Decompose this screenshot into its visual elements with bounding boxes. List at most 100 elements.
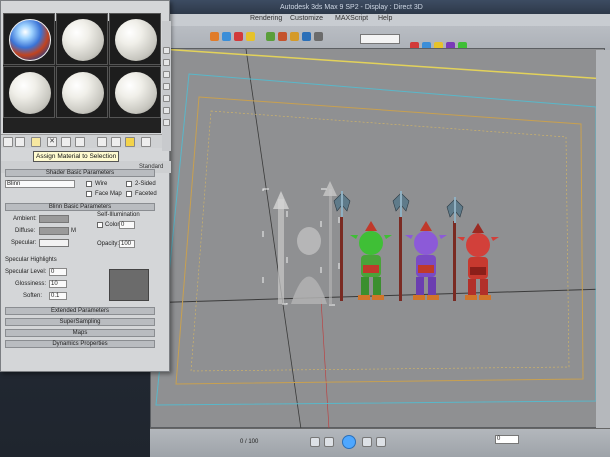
go-to-parent-icon[interactable] [141, 137, 151, 147]
options-icon[interactable] [163, 119, 170, 126]
grid-home-line-z [245, 49, 302, 429]
sample-slot-5[interactable] [56, 66, 108, 118]
goblin-green-with-trident[interactable] [333, 191, 392, 301]
select-rotate-icon[interactable] [234, 32, 243, 41]
ambient-color-swatch[interactable] [39, 215, 69, 223]
menu-help[interactable]: Help [378, 15, 392, 22]
faceted-checkbox[interactable] [126, 191, 132, 197]
sample-type-icon[interactable] [163, 47, 170, 54]
assign-material-icon[interactable] [31, 137, 41, 147]
sample-slot-3[interactable] [109, 13, 161, 65]
face-map-label: Face Map [95, 191, 122, 197]
extended-parameters-rollout[interactable]: Extended Parameters [5, 307, 155, 315]
material-toolbar: ✕ [1, 134, 162, 148]
grid-axis-y [320, 298, 330, 429]
time-slider-counter[interactable]: 0 / 100 [240, 439, 258, 445]
mirror-icon[interactable] [302, 32, 311, 41]
specular-color-swatch[interactable] [39, 239, 69, 247]
menu-bar: Rendering Customize MAXScript Help [150, 14, 610, 26]
percent-snap-icon[interactable] [290, 32, 299, 41]
material-sphere [62, 19, 104, 61]
face-map-checkbox[interactable] [86, 191, 92, 197]
self-illumination-label: Self-Illumination [97, 212, 140, 218]
specular-highlights-label: Specular Highlights [5, 257, 57, 263]
shader-rollout-header[interactable]: Shader Basic Parameters [5, 169, 155, 177]
snap-toggle-icon[interactable] [266, 32, 275, 41]
material-sphere [62, 72, 104, 114]
material-side-toolbar [162, 21, 171, 151]
align-icon[interactable] [314, 32, 323, 41]
show-end-result-icon[interactable] [125, 137, 135, 147]
make-preview-icon[interactable] [163, 107, 170, 114]
background-icon[interactable] [163, 71, 170, 78]
sample-slots [3, 13, 161, 133]
go-to-end-icon[interactable] [376, 437, 386, 447]
self-illum-color-checkbox[interactable] [97, 222, 103, 228]
menu-customize[interactable]: Customize [290, 15, 323, 22]
supersampling-rollout[interactable]: SuperSampling [5, 318, 155, 326]
two-sided-checkbox[interactable] [126, 181, 132, 187]
previous-frame-icon[interactable] [324, 437, 334, 447]
viewport-scene [151, 49, 606, 429]
active-viewport-border [160, 49, 606, 80]
video-color-check-icon[interactable] [163, 95, 170, 102]
app-title: Autodesk 3ds Max 9 SP2 - Display : Direc… [280, 4, 423, 11]
diffuse-map-button[interactable]: M [71, 228, 76, 234]
show-map-in-viewport-icon[interactable] [111, 137, 121, 147]
put-to-library-icon[interactable] [75, 137, 85, 147]
diffuse-color-swatch[interactable] [39, 227, 69, 235]
material-id-icon[interactable] [97, 137, 107, 147]
goblin-purple-with-trident[interactable] [392, 191, 447, 301]
ambient-label: Ambient: [13, 216, 37, 222]
maps-rollout[interactable]: Maps [5, 329, 155, 337]
make-unique-icon[interactable] [61, 137, 71, 147]
active-material-sphere [9, 19, 51, 61]
wire-label: Wire [95, 181, 108, 187]
blinn-rollout-header[interactable]: Blinn Basic Parameters [5, 203, 155, 211]
goblin-red-with-trident[interactable] [446, 197, 499, 301]
sample-slot-1[interactable] [3, 13, 55, 65]
named-selection-set-field[interactable] [360, 34, 400, 44]
assign-material-tooltip: Assign Material to Selection [33, 151, 120, 162]
opacity-value[interactable]: 100 [119, 240, 135, 248]
play-animation-icon[interactable] [342, 435, 356, 449]
specular-level-label: Specular Level: [5, 269, 47, 275]
material-sphere [9, 72, 51, 114]
uv-tiling-icon[interactable] [163, 83, 170, 90]
self-illum-value[interactable]: 0 [119, 221, 135, 229]
get-material-icon[interactable] [3, 137, 13, 147]
reset-map-icon[interactable]: ✕ [47, 137, 57, 147]
select-move-icon[interactable] [222, 32, 231, 41]
specular-level-value[interactable]: 0 [49, 268, 67, 276]
go-to-start-icon[interactable] [310, 437, 320, 447]
perspective-viewport[interactable] [150, 48, 606, 429]
soften-label: Soften: [23, 293, 43, 299]
material-sphere [115, 72, 157, 114]
sample-slot-4[interactable] [3, 66, 55, 118]
specular-label: Specular: [11, 240, 37, 246]
screen: Autodesk 3ds Max 9 SP2 - Display : Direc… [0, 0, 610, 457]
angle-snap-icon[interactable] [278, 32, 287, 41]
two-sided-label: 2-Sided [135, 181, 156, 187]
dynamics-properties-rollout[interactable]: Dynamics Properties [5, 340, 155, 348]
material-editor-window: ✕ Standard Shader Basic Parameters Blinn… [0, 0, 171, 372]
faceted-label: Faceted [135, 191, 157, 197]
backlight-icon[interactable] [163, 59, 170, 66]
sample-slot-6[interactable] [109, 66, 161, 118]
playback-controls: 0 / 100 0 [150, 428, 610, 457]
select-scale-icon[interactable] [246, 32, 255, 41]
wire-checkbox[interactable] [86, 181, 92, 187]
current-frame-field[interactable]: 0 [495, 435, 519, 444]
command-panel[interactable] [596, 50, 610, 450]
menu-rendering[interactable]: Rendering [250, 15, 282, 22]
put-to-scene-icon[interactable] [15, 137, 25, 147]
soften-value[interactable]: 0.1 [49, 292, 67, 300]
select-object-icon[interactable] [210, 32, 219, 41]
shader-type-dropdown[interactable]: Blinn [5, 180, 75, 188]
menu-maxscript[interactable]: MAXScript [335, 15, 368, 22]
glossiness-value[interactable]: 10 [49, 280, 67, 288]
diffuse-label: Diffuse: [15, 228, 36, 234]
next-frame-icon[interactable] [362, 437, 372, 447]
color-label: Color [105, 222, 120, 228]
sample-slot-2[interactable] [56, 13, 108, 65]
